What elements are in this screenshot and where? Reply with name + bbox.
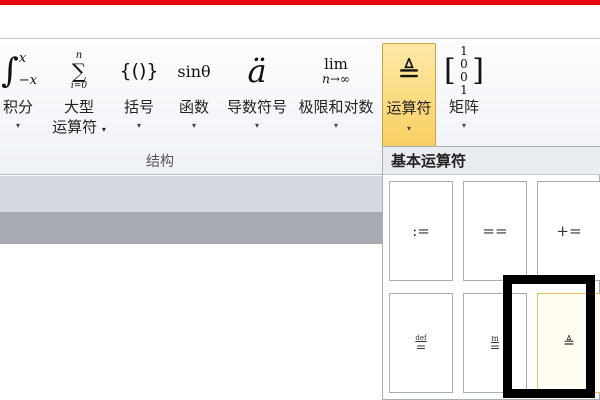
- annotation-highlight-box: [503, 275, 595, 398]
- double-equal-item[interactable]: ==: [463, 181, 527, 281]
- function-icon: sinθ: [177, 61, 211, 81]
- large-operator-button[interactable]: n ∑ i=0 大型 运算符 ▾: [52, 45, 106, 141]
- large-operator-label-line2: 运算符 ▾: [50, 117, 108, 140]
- summation-icon: n ∑ i=0: [58, 51, 100, 92]
- m-equal-sign: =: [489, 339, 501, 354]
- integral-button[interactable]: ∫ x −x 积分 ▾: [0, 45, 38, 141]
- function-label: 函数: [178, 98, 209, 116]
- chevron-down-icon: ▾: [333, 121, 338, 130]
- bracket-button[interactable]: {()} 括号 ▾: [118, 45, 160, 141]
- matrix-label: 矩阵: [448, 98, 479, 116]
- function-button[interactable]: sinθ 函数 ▾: [172, 45, 216, 141]
- large-operator-label: 大型: [63, 98, 94, 116]
- title-bar-accent: [0, 0, 600, 5]
- operator-label: 运算符: [386, 99, 432, 117]
- def-equal-sign: =: [415, 339, 427, 354]
- integral-lower-limit: −x: [18, 73, 38, 88]
- chevron-down-icon: ▾: [406, 124, 411, 133]
- accent-label: 导数符号: [226, 98, 287, 116]
- matrix-row-2: 0 1: [460, 70, 468, 97]
- limit-icon: lim n→∞: [300, 51, 372, 91]
- limit-subscript: n→∞: [322, 72, 350, 86]
- chevron-down-icon: ▾: [101, 125, 106, 134]
- limit-log-button[interactable]: lim n→∞ 极限和对数 ▾: [298, 45, 373, 141]
- bracket-label: 括号: [123, 98, 154, 116]
- delta-equal-icon: ≜: [397, 55, 421, 89]
- limit-log-label: 极限和对数: [298, 98, 374, 116]
- plus-equal-item[interactable]: +=: [537, 181, 600, 281]
- defined-equal-item[interactable]: def =: [389, 293, 453, 393]
- document-page[interactable]: [0, 244, 386, 400]
- integral-icon: ∫ x −x: [1, 51, 38, 91]
- matrix-button[interactable]: [ 1 0 0 1 ] 矩阵 ▾: [444, 45, 484, 141]
- colon-equal-item[interactable]: :=: [389, 181, 453, 281]
- operator-button[interactable]: ≜ 运算符 ▾: [382, 43, 436, 147]
- structure-group-label: 结构: [146, 154, 174, 170]
- ruler-area: [0, 176, 386, 212]
- chevron-down-icon: ▾: [15, 121, 20, 130]
- sum-symbol: ∑: [71, 59, 87, 83]
- limit-word: lim: [324, 55, 348, 73]
- matrix-row-1: 1 0: [460, 44, 468, 71]
- integral-label: 积分: [2, 98, 33, 116]
- chevron-down-icon: ▾: [191, 121, 196, 130]
- matrix-icon: [ 1 0 0 1 ]: [444, 44, 484, 97]
- gallery-section-title: 基本运算符: [383, 147, 600, 175]
- bracket-icon: {()}: [119, 60, 159, 82]
- operator-word: 运算符: [52, 118, 98, 136]
- workspace-background: [0, 212, 386, 244]
- chevron-down-icon: ▾: [461, 121, 466, 130]
- integral-upper-limit: x: [18, 51, 27, 66]
- sum-lower-limit: i=0: [70, 81, 88, 91]
- accent-icon: ä: [247, 52, 267, 90]
- accent-button[interactable]: ä 导数符号 ▾: [226, 45, 288, 141]
- chevron-down-icon: ▾: [254, 121, 259, 130]
- chevron-down-icon: ▾: [136, 121, 141, 130]
